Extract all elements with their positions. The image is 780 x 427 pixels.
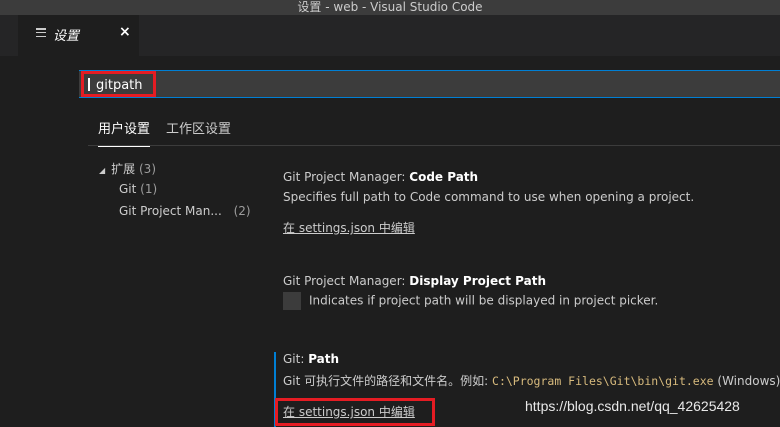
setting-title: Git Project Manager: Display Project Pat… bbox=[283, 274, 780, 288]
setting-name: Display Project Path bbox=[409, 274, 547, 288]
setting-description-text: Git 可执行文件的路径和文件名。例如: bbox=[283, 374, 493, 388]
chevron-down-icon: ◢ bbox=[99, 166, 106, 175]
search-bar[interactable] bbox=[79, 70, 780, 98]
text-cursor bbox=[88, 78, 90, 91]
tab-settings-label: 设置 bbox=[53, 29, 80, 44]
setting-category: Git Project Manager: bbox=[283, 274, 410, 288]
setting-display-project-path: Git Project Manager: Display Project Pat… bbox=[283, 274, 780, 310]
close-icon[interactable]: × bbox=[119, 24, 131, 40]
example-path-code: C:\Program Files\Git\bin\git.exe bbox=[492, 374, 714, 388]
tab-settings[interactable]: 设置 × bbox=[18, 15, 139, 56]
scope-tabs: 用户设置 工作区设置 bbox=[88, 115, 780, 147]
setting-description-row: Indicates if project path will be displa… bbox=[283, 292, 780, 310]
tab-workspace-settings[interactable]: 工作区设置 bbox=[166, 118, 231, 137]
highlight-box bbox=[275, 398, 435, 426]
window-title: 设置 - web - Visual Studio Code bbox=[0, 0, 780, 15]
setting-title: Git: Path bbox=[283, 352, 780, 366]
toc-item-count: (1) bbox=[140, 182, 158, 196]
display-project-path-checkbox[interactable] bbox=[283, 292, 301, 310]
toc-group-count: (3) bbox=[139, 162, 156, 176]
setting-description-suffix: (Windows) bbox=[713, 374, 780, 388]
setting-description: Specifies full path to Code command to u… bbox=[283, 190, 695, 204]
toc-item-git-project-manager[interactable]: Git Project Man... (2) bbox=[119, 204, 251, 218]
setting-description: Indicates if project path will be displa… bbox=[309, 293, 659, 308]
watermark: https://blog.csdn.net/qq_42625428 bbox=[525, 398, 740, 414]
setting-category: Git: bbox=[283, 352, 309, 366]
setting-code-path: Git Project Manager: Code Path Specifies… bbox=[283, 170, 780, 236]
toc-item-extensions[interactable]: ◢ 扩展 (3) bbox=[99, 160, 156, 177]
setting-name: Path bbox=[308, 352, 340, 366]
toc-group-label: 扩展 bbox=[111, 162, 136, 176]
setting-category: Git Project Manager: bbox=[283, 170, 410, 184]
setting-title: Git Project Manager: Code Path bbox=[283, 170, 780, 184]
search-input[interactable] bbox=[81, 71, 156, 97]
settings-list-icon bbox=[36, 28, 46, 39]
edit-in-settings-json-link[interactable]: 在 settings.json 中编辑 bbox=[283, 219, 415, 236]
tab-user-settings[interactable]: 用户设置 bbox=[98, 118, 151, 147]
setting-description: Git 可执行文件的路径和文件名。例如: C:\Program Files\Gi… bbox=[283, 372, 780, 389]
toc-item-count: (2) bbox=[233, 204, 251, 218]
toc-item-label: Git Project Man... bbox=[119, 204, 222, 218]
toc-item-label: Git bbox=[119, 182, 137, 196]
toc-item-git[interactable]: Git (1) bbox=[119, 182, 157, 196]
setting-name: Code Path bbox=[409, 170, 479, 184]
